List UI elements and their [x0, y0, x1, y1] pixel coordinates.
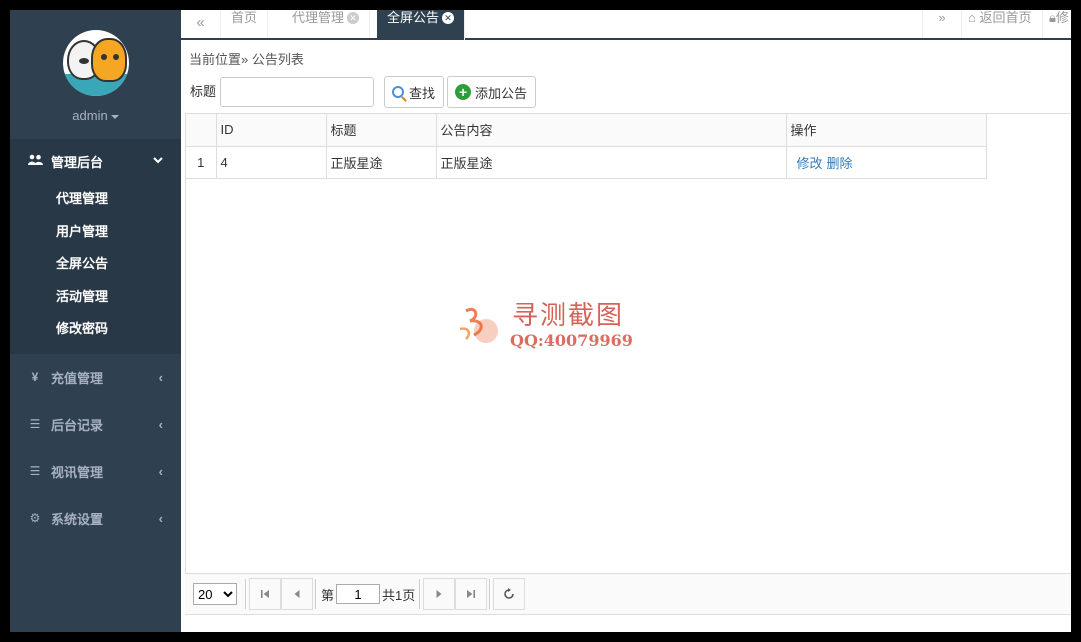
nav-settings-label: 系统设置 [51, 511, 104, 527]
chevron-left-icon: ‹ [158, 463, 163, 479]
tab-announcements-label: 全屏公告 [387, 10, 440, 25]
nav-recharge[interactable]: ¥ 充值管理 ‹ [10, 354, 181, 401]
nav-video[interactable]: ☰ 视讯管理 ‹ [10, 448, 181, 495]
profile: admin [10, 10, 181, 139]
title-search-input[interactable] [220, 77, 375, 107]
chevron-left-icon: ‹ [158, 369, 163, 385]
return-home-label: 返回首页 [979, 10, 1032, 25]
chevron-left-icon: ‹ [158, 416, 163, 432]
tab-scroll-right-button[interactable]: » [922, 10, 961, 38]
row-number-header [186, 114, 217, 147]
return-home-link[interactable]: ⌂ 返回首页 [961, 10, 1042, 38]
sidebar: admin 管理后台 代理管理 用户管理 全屏公告 活动管理 修改密码 ¥ 充值… [10, 10, 181, 632]
cell-id: 4 [216, 146, 327, 179]
nav-admin-label: 管理后台 [51, 154, 104, 170]
watermark-text: 寻测截图 [512, 301, 625, 331]
next-page-icon [436, 590, 442, 598]
add-icon: + [455, 84, 472, 100]
sidebar-item-announcements[interactable]: 全屏公告 [10, 248, 181, 281]
nav-logs-label: 后台记录 [51, 417, 104, 433]
find-button-label: 查找 [409, 85, 436, 101]
yen-icon: ¥ [31, 370, 39, 384]
first-page-icon [261, 590, 269, 598]
tab-bar: « 首页 代理管理 ✕ 全屏公告 ✕ » ⌂ 返回首页 🔒︎修 [181, 10, 1071, 40]
row-number: 1 [186, 146, 217, 179]
divider [419, 579, 422, 609]
username: admin [72, 108, 108, 123]
nav-logs[interactable]: ☰ 后台记录 ‹ [10, 401, 181, 448]
tab-home[interactable]: 首页 [221, 10, 269, 38]
lock-icon: 🔒︎ [1049, 10, 1056, 25]
cell-content: 正版星途 [436, 146, 787, 179]
divider [315, 579, 317, 609]
nav-settings[interactable]: ⚙ 系统设置 ‹ [10, 495, 181, 542]
tab-home-label: 首页 [231, 10, 258, 25]
chevron-down-icon [153, 153, 163, 167]
breadcrumb: 当前位置» 公告列表 [189, 52, 304, 67]
cell-actions: 修改 删除 [786, 146, 987, 179]
nav-admin-backend[interactable]: 管理后台 [10, 139, 181, 183]
home-icon: ⌂ [968, 10, 976, 25]
indent-list-icon: ☰ [29, 464, 41, 478]
refresh-button[interactable] [493, 578, 526, 610]
nav-recharge-label: 充值管理 [51, 370, 104, 386]
table-header-row: ID 标题 公告内容 操作 [186, 114, 987, 147]
sidebar-item-users[interactable]: 用户管理 [10, 216, 181, 249]
divider [489, 579, 492, 609]
nav-video-label: 视讯管理 [51, 464, 104, 480]
gears-icon: ⚙ [29, 511, 41, 525]
find-button[interactable]: 查找 [384, 76, 445, 108]
divider [245, 579, 247, 609]
column-header-title[interactable]: 标题 [326, 114, 437, 147]
search-bar: 标题 查找 + 添加公告 [190, 76, 537, 108]
delete-link[interactable]: 删除 [827, 156, 853, 171]
watermark-qq: QQ:40079969 [510, 331, 633, 350]
last-page-icon [467, 590, 476, 598]
next-page-button[interactable] [423, 578, 456, 610]
list-icon: ☰ [29, 417, 41, 431]
page-size-select[interactable]: 20 [193, 583, 237, 605]
prev-page-button[interactable] [281, 578, 313, 610]
sidebar-item-activities[interactable]: 活动管理 [10, 281, 181, 314]
prev-page-icon [294, 590, 300, 598]
search-icon [392, 86, 405, 98]
add-announcement-button[interactable]: + 添加公告 [447, 76, 537, 108]
pagination: 20 第 共1页 [185, 573, 1071, 615]
last-page-button[interactable] [455, 578, 488, 610]
chevron-left-icon: ‹ [158, 510, 163, 526]
cell-title: 正版星途 [326, 146, 437, 179]
page-number-input[interactable] [336, 584, 381, 604]
add-announcement-label: 添加公告 [475, 85, 528, 101]
page-prefix-label: 第 [321, 587, 335, 603]
tab-announcements[interactable]: 全屏公告 ✕ [377, 10, 466, 40]
users-icon [26, 154, 44, 169]
tab-agents-label: 代理管理 [292, 10, 345, 25]
watermark: 寻测截图 QQ:40079969 [452, 295, 637, 355]
page-total-label: 共1页 [382, 587, 416, 603]
title-search-label: 标题 [190, 83, 217, 99]
admin-submenu: 代理管理 用户管理 全屏公告 活动管理 修改密码 [10, 183, 181, 354]
column-header-content[interactable]: 公告内容 [436, 114, 787, 147]
nav-group-admin: 管理后台 代理管理 用户管理 全屏公告 活动管理 修改密码 [10, 139, 181, 354]
tab-agents[interactable]: 代理管理 ✕ [282, 10, 371, 38]
caret-down-icon [110, 114, 119, 119]
lock-label: 修 [1055, 10, 1069, 25]
close-icon[interactable]: ✕ [347, 12, 360, 24]
sidebar-item-password[interactable]: 修改密码 [10, 313, 181, 346]
table-row[interactable]: 1 4 正版星途 正版星途 修改 删除 [186, 146, 987, 179]
close-icon[interactable]: ✕ [442, 12, 455, 24]
avatar[interactable] [62, 30, 129, 96]
first-page-button[interactable] [249, 578, 281, 610]
edit-link[interactable]: 修改 [797, 156, 823, 171]
user-dropdown[interactable]: admin [10, 108, 181, 123]
watermark-logo [459, 307, 498, 343]
tab-scroll-left-button[interactable]: « [181, 10, 221, 38]
sidebar-item-agents[interactable]: 代理管理 [10, 183, 181, 216]
lock-link[interactable]: 🔒︎修 [1042, 10, 1071, 38]
refresh-icon [504, 588, 515, 599]
column-header-id[interactable]: ID [216, 114, 327, 147]
column-header-actions[interactable]: 操作 [786, 114, 987, 147]
